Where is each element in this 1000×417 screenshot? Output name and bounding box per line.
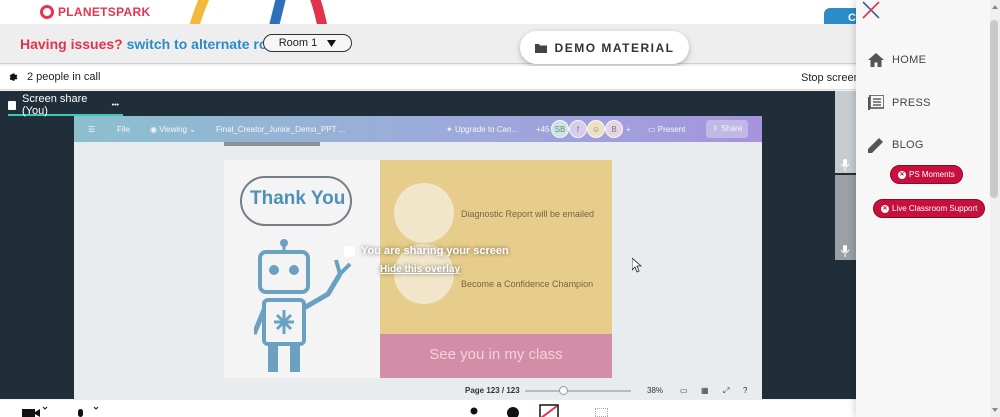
- scroll-up-icon[interactable]: [992, 5, 998, 9]
- gear-icon[interactable]: [8, 72, 19, 83]
- menu-item-press-label: PRESS: [892, 96, 931, 109]
- microphone-toggle-icon[interactable]: [74, 406, 102, 417]
- hamburger-menu-icon: ☰: [88, 125, 96, 134]
- microphone-icon: [840, 245, 850, 257]
- close-icon[interactable]: [861, 0, 881, 20]
- people-in-call: 2 people in call: [8, 71, 100, 83]
- people-count-text: 2 people in call: [27, 71, 101, 83]
- slide-top-edge: [224, 142, 320, 146]
- call-status-bar: 2 people in call Stop screen: [0, 66, 860, 90]
- sharing-overlay-message: You are sharing your screen: [344, 245, 509, 257]
- live-classroom-support-label: Live Classroom Support: [892, 204, 978, 213]
- slide-line-1: Diagnostic Report will be emailed: [461, 209, 595, 219]
- newspaper-icon: [868, 95, 884, 110]
- menu-item-home-label: HOME: [892, 54, 927, 66]
- add-collaborator-icon: +: [626, 125, 631, 134]
- file-menu: File: [117, 125, 130, 134]
- slide-title: Thank You: [250, 188, 346, 209]
- collaborator-count: +45: [536, 125, 550, 134]
- menu-item-home[interactable]: HOME: [868, 53, 926, 67]
- ps-moments-button[interactable]: ✕ PS Moments: [890, 165, 963, 184]
- close-circle-icon: ✕: [898, 170, 906, 179]
- microphone-icon: [840, 159, 850, 171]
- participant-tile[interactable]: [835, 175, 856, 260]
- folder-icon: [534, 43, 547, 53]
- video-area: Screen share (You) ••• ☰ File ◉ Viewing …: [0, 91, 856, 402]
- mouse-cursor-icon: [632, 258, 642, 273]
- screen-share-icon: [8, 100, 16, 110]
- fullscreen-icon: ⤢: [723, 386, 730, 395]
- room-select-value: Room 1: [278, 37, 318, 49]
- slide-line-2: Become a Confidence Champion: [461, 279, 594, 289]
- live-classroom-support-button[interactable]: ✕ Live Classroom Support: [873, 199, 986, 218]
- avatar: f: [569, 120, 587, 138]
- more-options-icon[interactable]: •••: [112, 102, 119, 109]
- room-select[interactable]: Room 1: [263, 34, 352, 52]
- sharing-overlay-text: You are sharing your screen: [361, 245, 509, 257]
- stop-screen-button[interactable]: Stop screen: [801, 72, 860, 84]
- side-navigation-menu: HOME PRESS BLOG ✕ PS Moments ✕ Live Clas…: [856, 0, 1000, 417]
- robot-illustration-icon: [254, 239, 352, 372]
- planetspark-logo: PLANETSPARK: [40, 5, 150, 19]
- zoom-slider-knob: [559, 386, 568, 395]
- menu-item-blog-label: BLOG: [892, 139, 924, 151]
- alternate-room-bar: Having issues? switch to alternate room …: [0, 24, 856, 64]
- logo-text: PLANETSPARK: [58, 5, 151, 19]
- upgrade-link: ✦ Upgrade to Can...: [446, 125, 519, 134]
- close-circle-icon: ✕: [881, 204, 889, 213]
- issues-label: Having issues?: [20, 36, 123, 52]
- participant-icon[interactable]: [469, 406, 479, 417]
- camera-toggle-icon[interactable]: [22, 406, 48, 417]
- screen-share-tab-label: Screen share (You): [21, 93, 88, 117]
- share-button: ⇪ Share: [706, 120, 749, 138]
- raise-hand-icon[interactable]: [506, 406, 520, 417]
- issues-message: Having issues? switch to alternate room: [20, 36, 288, 52]
- caret-down-icon: [327, 39, 337, 47]
- chat-icon[interactable]: [595, 408, 608, 417]
- demo-material-label: DEMO MATERIAL: [554, 40, 675, 55]
- document-title: Final_Creator_Junior_Demo_PPT ...: [216, 125, 346, 134]
- pencil-icon: [868, 138, 883, 153]
- notes-icon: ▭: [680, 386, 688, 395]
- avatar: B: [605, 120, 623, 138]
- zoom-slider: [525, 390, 631, 392]
- shared-app-toolbar: ☰ File ◉ Viewing ⌄ Final_Creator_Junior_…: [74, 116, 762, 142]
- upload-icon: [344, 245, 355, 257]
- call-controls-bar: [0, 400, 856, 417]
- scrollbar-thumb[interactable]: [990, 20, 998, 198]
- scroll-down-icon[interactable]: [992, 408, 998, 412]
- page-indicator: Page 123 / 123: [465, 386, 520, 395]
- menu-item-blog[interactable]: BLOG: [868, 137, 924, 153]
- avatar: ☺: [587, 120, 605, 138]
- screen-share-tab[interactable]: Screen share (You) •••: [8, 93, 123, 117]
- home-icon: [868, 53, 884, 67]
- participant-tile[interactable]: [835, 91, 856, 173]
- ps-moments-label: PS Moments: [909, 170, 955, 179]
- stop-share-icon[interactable]: [539, 404, 559, 417]
- zoom-level: 38%: [647, 386, 664, 395]
- shared-screen: ☰ File ◉ Viewing ⌄ Final_Creator_Junior_…: [74, 116, 762, 402]
- report-icon: [394, 183, 454, 243]
- avatar: SB: [551, 120, 569, 138]
- viewing-menu: ◉ Viewing ⌄: [150, 125, 197, 134]
- demo-material-button[interactable]: DEMO MATERIAL: [520, 31, 689, 64]
- menu-item-press[interactable]: PRESS: [868, 95, 931, 110]
- shared-app-page-bar: Page 123 / 123 38% ▭ ▦ ⤢ ?: [74, 378, 762, 402]
- logo-mark-icon: [40, 5, 54, 19]
- help-icon: ?: [743, 386, 748, 395]
- grid-view-icon: ▦: [701, 386, 709, 395]
- hide-overlay-link[interactable]: Hide this overlay: [380, 264, 460, 275]
- slide-footer-text: See you in my class: [429, 346, 563, 363]
- present-button: ▭ Present: [648, 125, 686, 134]
